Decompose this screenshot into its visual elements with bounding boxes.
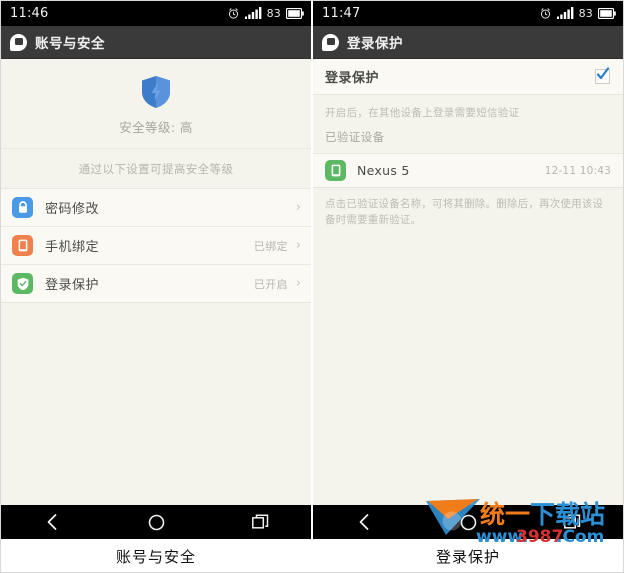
chevron-right-icon: › [295,238,301,253]
battery-percent-label: 83 [266,6,281,20]
recents-icon[interactable] [542,514,602,530]
login-protection-checkbox[interactable] [595,67,610,84]
android-nav-bar [0,505,312,539]
phone-icon [12,235,33,256]
alarm-clock-icon [540,7,550,19]
title-bar: 登录保护 [312,26,624,59]
shield-icon [12,273,33,294]
list-item-label: 登录保护 [45,278,100,293]
status-bar: 11:47 83 [312,0,624,26]
left-phone-screenshot: 11:46 83 账号与安全 安全等级: 高 通过以下设置可提高安全等级 密码修… [0,0,312,573]
alarm-clock-icon [228,7,238,19]
device-list-item[interactable]: Nexus 5 12-11 10:43 [312,154,624,188]
title-bar: 账号与安全 [0,26,312,59]
settings-list: 密码修改 › 手机绑定 已绑定 › 登录保护 已开启 › [0,189,312,303]
status-icons: 83 [227,7,304,20]
toggle-label: 登录保护 [325,71,380,86]
left-screen-content: 安全等级: 高 通过以下设置可提高安全等级 密码修改 › 手机绑定 已绑定 › … [0,59,312,505]
shield-icon-wrap [0,75,312,109]
device-name-label: Nexus 5 [357,163,410,178]
shield-icon [142,76,170,108]
device-time-label: 12-11 10:43 [544,164,611,177]
list-item-phone-binding[interactable]: 手机绑定 已绑定 › [0,227,312,265]
security-level-label: 安全等级: 高 [119,120,193,135]
recents-icon[interactable] [230,514,290,530]
checkmark-icon [596,67,610,80]
chevron-right-icon: › [295,276,301,291]
battery-icon [598,7,616,19]
page-title: 登录保护 [347,36,403,52]
security-hero: 安全等级: 高 [0,59,312,149]
list-item-login-protection[interactable]: 登录保护 已开启 › [0,265,312,303]
android-nav-bar [312,505,624,539]
page-title: 账号与安全 [35,36,105,52]
home-icon[interactable] [438,514,498,531]
home-icon[interactable] [126,514,186,531]
back-icon[interactable] [22,513,82,531]
signal-bars-icon [244,7,261,19]
signal-bars-icon [556,7,573,19]
verified-devices-section-label: 已验证设备 [312,120,624,154]
lock-icon [12,197,33,218]
login-protection-toggle-row[interactable]: 登录保护 [312,59,624,95]
left-caption: 账号与安全 [0,539,312,573]
status-bar: 11:46 83 [0,0,312,26]
right-screen-content: 登录保护 开启后，在其他设备上登录需要短信验证 已验证设备 Nexus 5 12… [312,59,624,505]
status-clock: 11:46 [10,5,49,21]
right-caption: 登录保护 [312,539,624,573]
app-badge-icon [10,33,27,51]
battery-percent-label: 83 [578,6,593,20]
list-item-value: 已开启 [253,277,288,291]
screenshot-root: 11:46 83 账号与安全 安全等级: 高 通过以下设置可提高安全等级 密码修… [0,0,624,573]
login-protection-description: 开启后，在其他设备上登录需要短信验证 [312,95,624,120]
phone-icon [325,160,346,181]
status-icons: 83 [539,7,616,20]
device-delete-hint: 点击已验证设备名称，可将其删除。删除后，再次使用该设备时需要重新验证。 [312,188,624,229]
battery-icon [286,7,304,19]
chevron-right-icon: › [295,200,301,215]
list-item-password-change[interactable]: 密码修改 › [0,189,312,227]
status-clock: 11:47 [322,5,361,21]
improve-hint-label: 通过以下设置可提高安全等级 [0,149,312,189]
back-icon[interactable] [334,513,394,531]
right-phone-screenshot: 11:47 83 登录保护 登录保护 开启后，在其他设备上登录需要短信验证 已验… [312,0,624,573]
list-item-value: 已绑定 [253,239,288,253]
list-item-label: 手机绑定 [45,240,100,255]
panel-divider [311,0,313,541]
list-item-label: 密码修改 [45,202,100,217]
app-badge-icon [322,33,339,51]
